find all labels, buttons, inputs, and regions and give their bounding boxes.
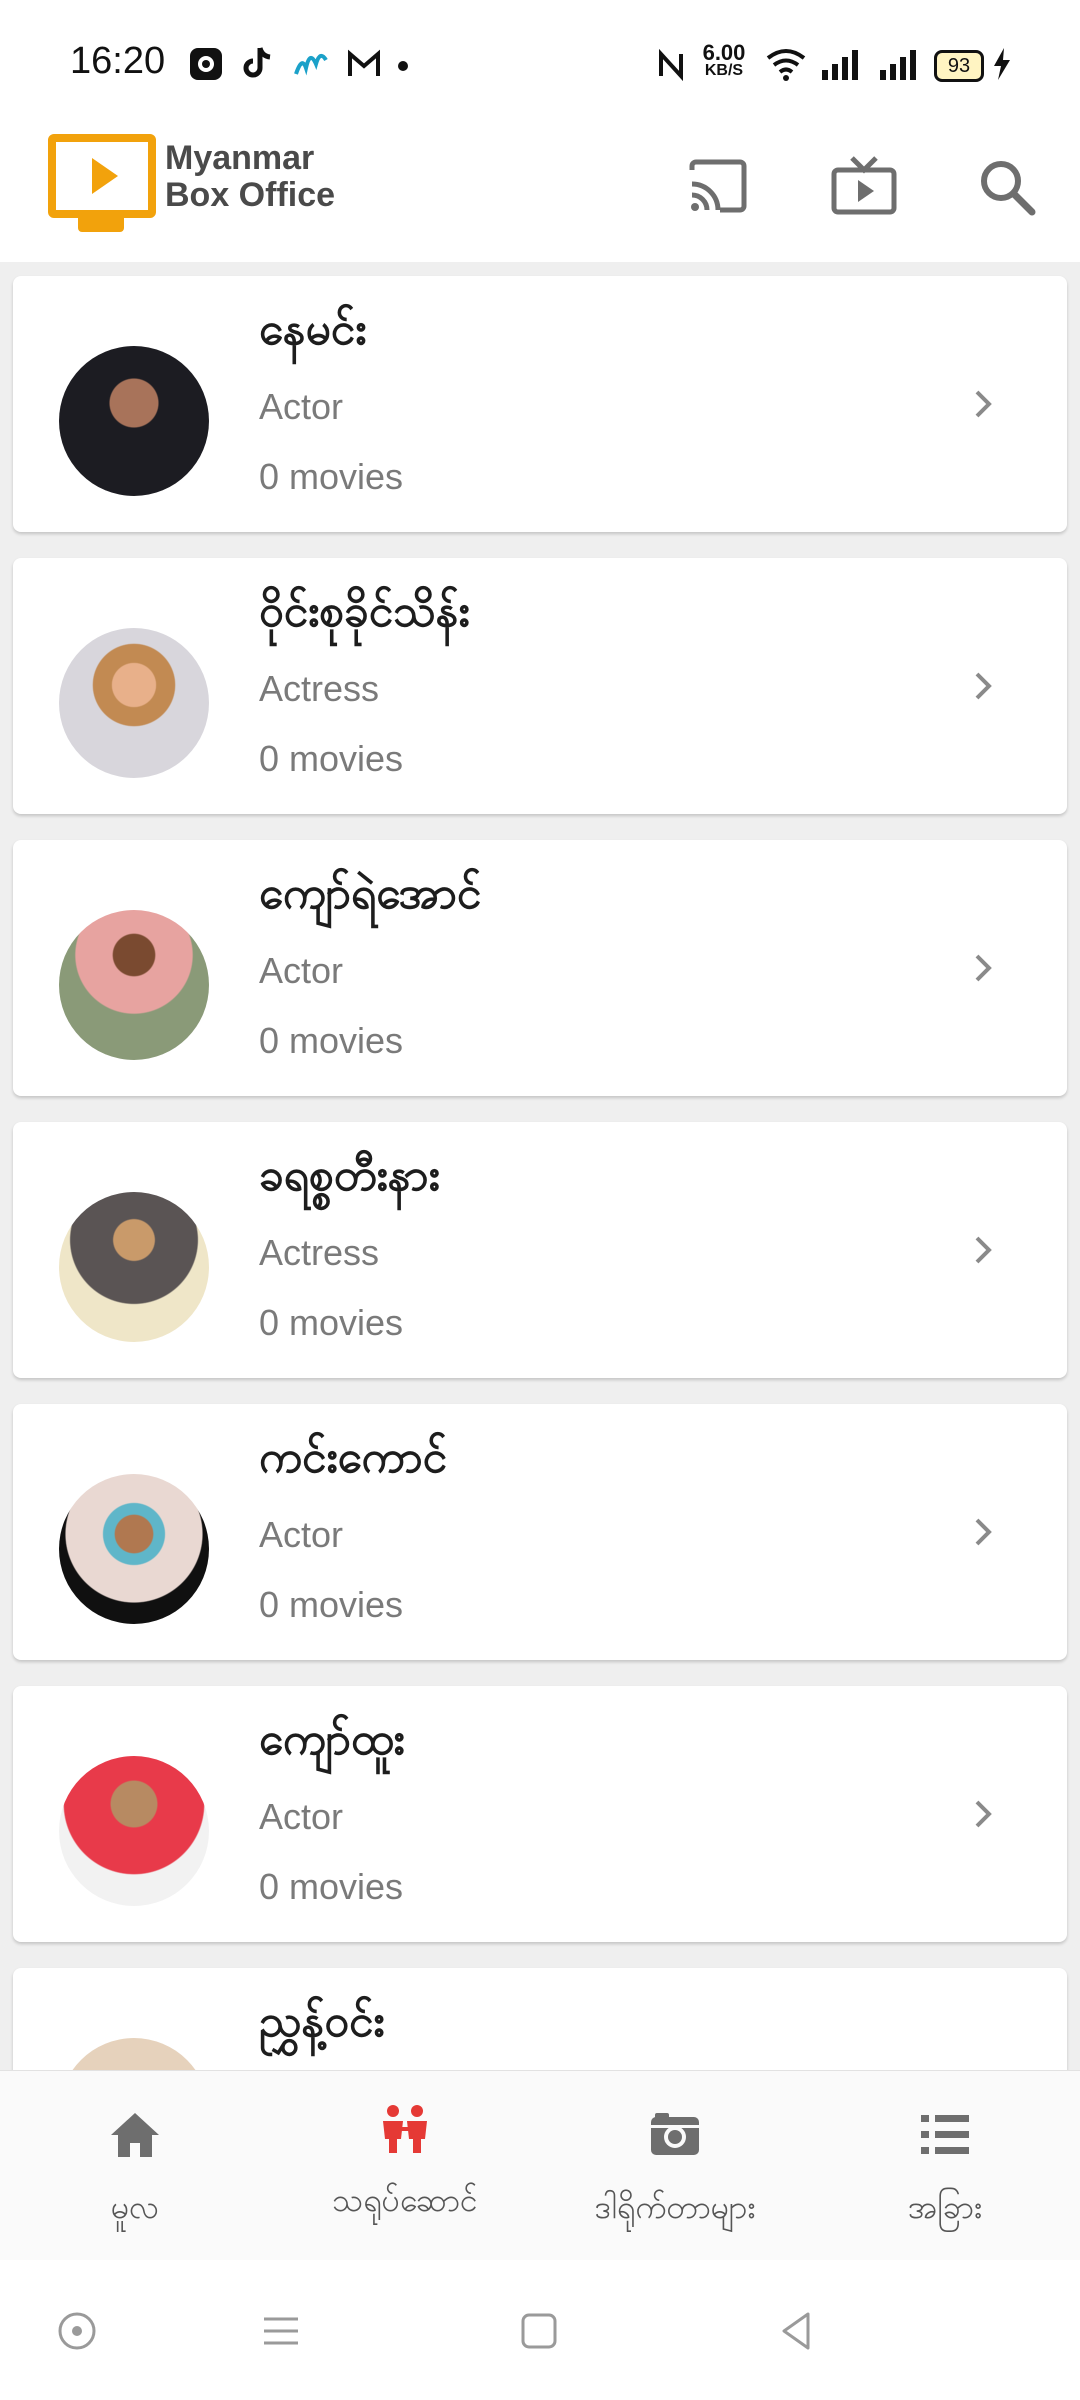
person-role: Actor <box>259 386 344 427</box>
nfc-icon <box>659 48 683 82</box>
logo-line1: Myanmar <box>165 139 315 177</box>
people-icon <box>383 2105 427 2153</box>
assistant-icon[interactable] <box>54 2308 100 2354</box>
nav-label: အခြား <box>907 2189 983 2225</box>
nav-directors[interactable]: ဒါရိုက်တာများ <box>540 2071 810 2261</box>
tv-icon[interactable] <box>824 148 904 228</box>
chevron-right-icon <box>975 390 992 418</box>
logo-stand <box>78 218 124 232</box>
nav-home[interactable]: မူလ <box>0 2071 270 2261</box>
person-role: Actress <box>259 668 380 709</box>
avatar <box>59 2038 209 2070</box>
movie-count: 0 movies <box>259 1020 404 1061</box>
person-role: Actor <box>259 1796 344 1837</box>
avatar <box>59 628 209 778</box>
list-item[interactable]: ကျော်ရဲအောင် Actor 0 movies <box>13 840 1067 1096</box>
list-item[interactable]: ကျော်ထူး Actor 0 movies <box>13 1686 1067 1942</box>
people-list[interactable]: နေမင်း Actor 0 movies ဝိုင်းစုခိုင်သိန်း… <box>0 262 1080 2070</box>
person-role: Actor <box>259 950 344 991</box>
nav-more[interactable]: အခြား <box>810 2071 1080 2261</box>
play-icon <box>92 158 118 194</box>
list-item[interactable]: ခရစ္စတီးနား Actress 0 movies <box>13 1122 1067 1378</box>
person-name: ညွှန့်ဝင်း <box>259 1997 385 2046</box>
net-speed-unit: KB/S <box>704 62 744 79</box>
avatar <box>59 910 209 1060</box>
list-icon <box>921 2115 969 2154</box>
status-time: 16:20 <box>70 40 166 82</box>
logo-screen <box>48 134 156 218</box>
nav-label: သရုပ်ဆောင် <box>332 2182 478 2218</box>
person-name: ခရစ္စတီးနား <box>259 1151 440 1200</box>
person-name: ကျော်ရဲအောင် <box>259 869 482 918</box>
menu-icon[interactable] <box>258 2308 304 2354</box>
nav-label: မူလ <box>110 2189 160 2225</box>
logo-text: Myanmar Box Office <box>165 140 335 214</box>
screen-record-icon <box>190 48 222 80</box>
person-name: ဝိုင်းစုခိုင်သိန်း <box>259 587 470 636</box>
person-name: နေမင်း <box>259 305 367 354</box>
person-role: Actress <box>259 1232 380 1273</box>
person-name: ကျော်ထူး <box>259 1715 405 1764</box>
movie-count: 0 movies <box>259 1866 404 1907</box>
chevron-right-icon <box>975 1518 992 1546</box>
tiktok-icon <box>243 47 271 78</box>
list-item[interactable]: ညွှန့်ဝင်း <box>13 1968 1067 2070</box>
list-item[interactable]: ကင်းကောင် Actor 0 movies <box>13 1404 1067 1660</box>
bottom-nav: မူလ သရုပ်ဆောင် ဒါရိုက်တာများ အခြား <box>0 2070 1080 2261</box>
list-item[interactable]: နေမင်း Actor 0 movies <box>13 276 1067 532</box>
wifi-icon <box>766 49 806 81</box>
battery-icon: 93 <box>934 50 984 82</box>
gmail-icon <box>348 49 380 76</box>
signal-icon <box>822 50 858 80</box>
nav-label: ဒါရိုက်တာများ <box>594 2189 756 2225</box>
app-logo[interactable]: Myanmar Box Office <box>0 130 340 262</box>
person-name: ကင်းကောင် <box>259 1433 448 1482</box>
movie-count: 0 movies <box>259 1302 404 1343</box>
logo-line2: Box Office <box>165 176 336 214</box>
person-role: Actor <box>259 1514 344 1555</box>
net-speed-value: 6.00 <box>702 40 746 65</box>
signal-icon <box>880 50 916 80</box>
avatar <box>59 1192 209 1342</box>
home-icon <box>111 2113 159 2157</box>
movie-count: 0 movies <box>259 456 404 497</box>
back-icon[interactable] <box>774 2308 820 2354</box>
avatar <box>59 346 209 496</box>
dot-icon <box>398 61 408 71</box>
nav-actors[interactable]: သရုပ်ဆောင် <box>270 2071 540 2261</box>
list-item[interactable]: ဝိုင်းစုခိုင်သိန်း Actress 0 movies <box>13 558 1067 814</box>
avatar <box>59 1756 209 1906</box>
movie-count: 0 movies <box>259 738 404 779</box>
messenger-icon <box>294 53 328 76</box>
net-speed: 6.00 KB/S <box>700 40 748 80</box>
chevron-right-icon <box>975 1236 992 1264</box>
chevron-right-icon <box>975 954 992 982</box>
charging-icon <box>994 48 1010 80</box>
app-header: Myanmar Box Office <box>0 130 1080 262</box>
camera-icon <box>651 2113 699 2155</box>
battery-level: 93 <box>947 55 971 77</box>
movie-count: 0 movies <box>259 1584 404 1625</box>
home-button-icon[interactable] <box>516 2308 562 2354</box>
system-nav-bar <box>0 2260 1080 2400</box>
chevron-right-icon <box>975 672 992 700</box>
chevron-right-icon <box>975 1800 992 1828</box>
avatar <box>59 1474 209 1624</box>
cast-icon[interactable] <box>678 148 758 228</box>
search-icon[interactable] <box>968 148 1048 228</box>
status-bar: 16:20 6.00 KB/S 93 <box>0 0 1080 130</box>
